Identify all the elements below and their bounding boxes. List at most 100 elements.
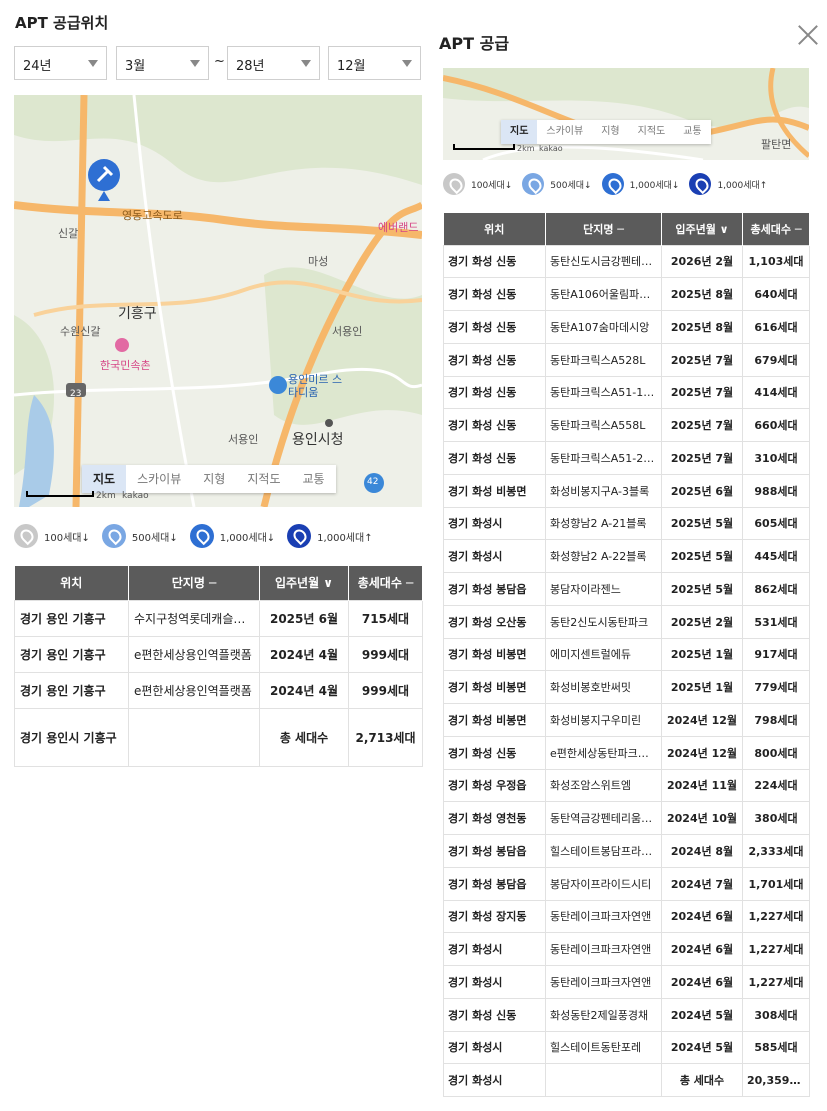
table-row[interactable]: 경기 화성 신동 동탄신도시금강펜테리움 2026년 2월 1,103세대	[443, 244, 810, 279]
tab-cadastral[interactable]: 지적도	[629, 120, 675, 144]
total-empty	[128, 707, 260, 767]
table-row[interactable]: 경기 화성 신동 동탄파크릭스A528L 2025년 7월 679세대	[443, 342, 810, 377]
map-label-singal: 신갈	[58, 227, 79, 240]
table-row[interactable]: 경기 화성 봉담읍 봉담자이라젠느 2025년 5월 862세대	[443, 572, 810, 606]
tab-map[interactable]: 지도	[501, 120, 538, 144]
table-row[interactable]: 경기 용인 기흥구 수지구청역롯데캐슬하이 2025년 6월 715세대	[14, 599, 423, 637]
folk-village-marker	[115, 338, 129, 352]
header-complex-name[interactable]: 단지명 ─	[128, 566, 260, 600]
cell-location: 경기 화성시	[443, 1030, 546, 1065]
table-row[interactable]: 경기 화성 신동 e편한세상동탄파크아너스 2024년 12월 800세대	[443, 735, 810, 770]
cell-move-in-date: 2024년 10월	[661, 801, 743, 835]
table-row[interactable]: 경기 화성 오산동 동탄2신도시동탄파크 2025년 2월 531세대	[443, 604, 810, 639]
table-row[interactable]: 경기 화성 봉담읍 봉담자이프라이드시티 2024년 7월 1,701세대	[443, 866, 810, 901]
table-row[interactable]: 경기 화성 우정읍 화성조암스위트엠 2024년 11월 224세대	[443, 768, 810, 803]
mini-map-view[interactable]: 지도 스카이뷰 지형 지적도 교통 팔탄면 2km kakao	[443, 68, 809, 160]
table-row[interactable]: 경기 화성 신동 동탄파크릭스A51-1블록 2025년 7월 414세대	[443, 375, 810, 410]
map-brand: kakao	[122, 491, 149, 501]
tab-traffic[interactable]: 교통	[291, 465, 335, 493]
cell-location: 경기 화성시	[443, 539, 546, 573]
tab-terrain[interactable]: 지형	[592, 120, 628, 144]
header-move-in-date[interactable]: 입주년월 ∨	[259, 566, 349, 600]
cell-complex-name: 봉담자이라젠느	[545, 572, 662, 606]
table-row[interactable]: 경기 화성 신동 동탄파크릭스A51-2블록 2025년 7월 310세대	[443, 441, 810, 475]
map-label-paltan: 팔탄면	[761, 138, 792, 151]
map-label-suwon-singal: 수원신갈	[60, 325, 101, 338]
header-location[interactable]: 위치	[14, 566, 129, 600]
total-value: 2,713세대	[348, 707, 423, 767]
table-row[interactable]: 경기 화성 비봉면 화성비봉지구A-3블록 2025년 6월 988세대	[443, 473, 810, 508]
tab-skyview[interactable]: 스카이뷰	[537, 120, 592, 144]
legend: 100세대↓ 500세대↓ 1,000세대↓ 1,000세대↑	[443, 173, 777, 195]
cell-move-in-date: 2024년 12월	[661, 735, 743, 770]
table-row[interactable]: 경기 화성 장지동 동탄레이크파크자연앤 2024년 6월 1,227세대	[443, 899, 810, 934]
cell-move-in-date: 2025년 1월	[661, 670, 743, 704]
header-total-units[interactable]: 총세대수 ─	[742, 213, 810, 245]
cell-total-units: 616세대	[742, 310, 810, 344]
tab-skyview[interactable]: 스카이뷰	[126, 465, 192, 493]
cell-location: 경기 화성시	[443, 506, 546, 541]
legend-label: 100세대↓	[44, 532, 90, 544]
supply-table: 위치 단지명 ─ 입주년월 ∨ 총세대수 ─ 경기 용인 기흥구 수지구청역롯데캐…	[14, 566, 423, 767]
chevron-down-icon	[190, 60, 200, 67]
table-row[interactable]: 경기 화성시 힐스테이트동탄포레 2024년 5월 585세대	[443, 1030, 810, 1065]
cell-total-units: 1,701세대	[742, 866, 810, 901]
table-row[interactable]: 경기 화성 비봉면 화성비봉지구우미린 2024년 12월 798세대	[443, 703, 810, 737]
table-row[interactable]: 경기 화성 영천동 동탄역금강펜테리움센트럴 2024년 10월 380세대	[443, 801, 810, 835]
table-row[interactable]: 경기 화성 신동 동탄파크릭스A558L 2025년 7월 660세대	[443, 408, 810, 442]
table-row[interactable]: 경기 화성 비봉면 에미지센트럴에듀 2025년 1월 917세대	[443, 637, 810, 672]
table-row[interactable]: 경기 용인 기흥구 e편한세상용인역플랫폼 2024년 4월 999세대	[14, 671, 423, 709]
total-label: 총 세대수	[259, 707, 349, 767]
header-location[interactable]: 위치	[443, 213, 546, 245]
table-row[interactable]: 경기 화성 신동 화성동탄2제일풍경채 2024년 5월 308세대	[443, 997, 810, 1032]
popup-title: APT 공급	[439, 34, 510, 53]
cell-location: 경기 화성 신동	[443, 244, 546, 279]
map-view[interactable]: 영동고속도로 신갈 마성 기흥구 수원신갈 한국민속촌 서용인 용인미르 스타디…	[14, 95, 422, 507]
chevron-down-icon	[402, 60, 412, 67]
table-row[interactable]: 경기 화성시 화성향남2 A-21블록 2025년 5월 605세대	[443, 506, 810, 541]
cell-complex-name: e편한세상용인역플랫폼	[128, 671, 260, 709]
table-row[interactable]: 경기 화성시 동탄레이크파크자연앤 2024년 6월 1,227세대	[443, 965, 810, 999]
table-row[interactable]: 경기 화성 신동 동탄A106어울림파밀리에 2025년 8월 640세대	[443, 277, 810, 311]
cell-total-units: 798세대	[742, 703, 810, 737]
map-label-folk-village: 한국민속촌	[100, 359, 151, 372]
tab-cadastral[interactable]: 지적도	[236, 465, 291, 493]
table-row[interactable]: 경기 화성 신동 동탄A107숨마데시앙 2025년 8월 616세대	[443, 310, 810, 344]
cell-move-in-date: 2025년 5월	[661, 539, 743, 573]
to-year-select[interactable]: 28년	[227, 46, 320, 80]
to-month-value: 12월	[337, 59, 366, 74]
map-label-seoyongin-ic: 서용인	[332, 325, 363, 338]
cell-total-units: 1,227세대	[742, 899, 810, 934]
header-complex-name[interactable]: 단지명 ─	[545, 213, 662, 245]
close-icon[interactable]	[795, 22, 821, 48]
pin-icon	[443, 173, 465, 195]
pin-icon	[287, 524, 312, 548]
cell-location: 경기 화성시	[443, 932, 546, 966]
to-month-select[interactable]: 12월	[328, 46, 421, 80]
legend-item-100: 100세대↓	[443, 173, 512, 195]
cell-location: 경기 화성 비봉면	[443, 670, 546, 704]
from-year-select[interactable]: 24년	[14, 46, 107, 80]
tab-traffic[interactable]: 교통	[674, 120, 710, 144]
header-total-units[interactable]: 총세대수 ─	[348, 566, 423, 600]
table-row[interactable]: 경기 화성 봉담읍 힐스테이트봉담프라이머 2024년 8월 2,333세대	[443, 834, 810, 868]
table-row[interactable]: 경기 화성시 동탄레이크파크자연앤 2024년 6월 1,227세대	[443, 932, 810, 966]
cell-total-units: 800세대	[742, 735, 810, 770]
header-move-in-date[interactable]: 입주년월 ∨	[661, 213, 743, 245]
tab-terrain[interactable]: 지형	[192, 465, 236, 493]
cell-move-in-date: 2025년 5월	[661, 572, 743, 606]
from-month-select[interactable]: 3월	[116, 46, 209, 80]
legend-label: 1,000세대↓	[219, 532, 276, 544]
table-row[interactable]: 경기 화성 비봉면 화성비봉호반써밋 2025년 1월 779세대	[443, 670, 810, 704]
cell-total-units: 862세대	[742, 572, 810, 606]
table-row[interactable]: 경기 용인 기흥구 e편한세상용인역플랫폼 2024년 4월 999세대	[14, 635, 423, 673]
cell-location: 경기 화성 신동	[443, 342, 546, 377]
table-row[interactable]: 경기 화성시 화성향남2 A-22블록 2025년 5월 445세대	[443, 539, 810, 573]
map-type-tabs: 지도 스카이뷰 지형 지적도 교통	[82, 465, 336, 493]
cell-move-in-date: 2024년 4월	[259, 671, 349, 709]
tab-map[interactable]: 지도	[82, 465, 127, 493]
cell-complex-name: 힐스테이트봉담프라이머	[545, 834, 662, 868]
cell-total-units: 531세대	[742, 604, 810, 639]
cell-complex-name: 동탄2신도시동탄파크	[545, 604, 662, 639]
from-month-value: 3월	[125, 59, 146, 74]
